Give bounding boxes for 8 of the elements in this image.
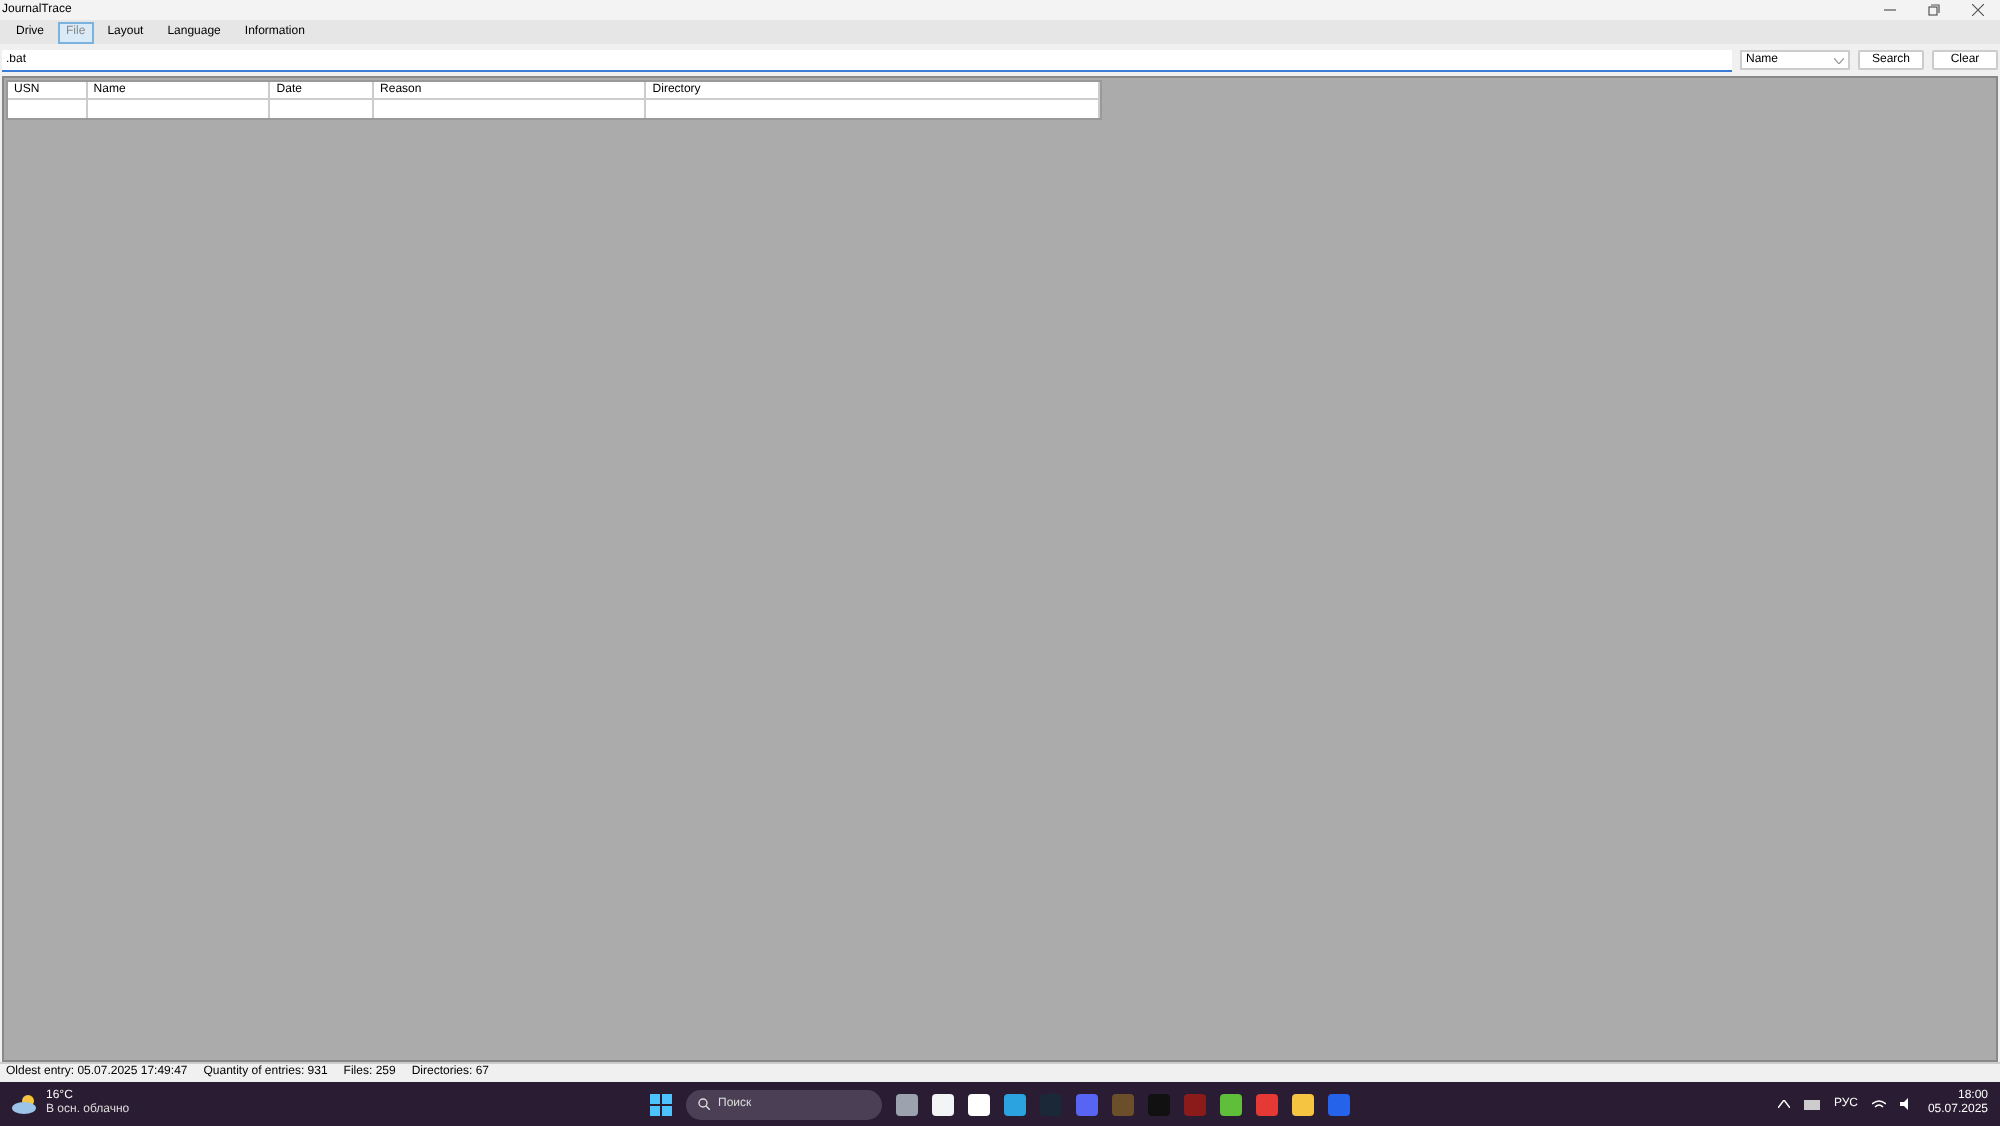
- wifi-icon[interactable]: [1871, 1099, 1886, 1109]
- cloud-icon: [12, 1094, 40, 1114]
- chevron-icon: [1834, 57, 1844, 63]
- network-icon[interactable]: [1803, 1098, 1820, 1110]
- start-icon[interactable]: [650, 1093, 672, 1115]
- speaker-icon[interactable]: [1899, 1098, 1914, 1110]
- chevron-up-icon[interactable]: [1777, 1100, 1790, 1108]
- search-icon: [698, 1098, 710, 1110]
